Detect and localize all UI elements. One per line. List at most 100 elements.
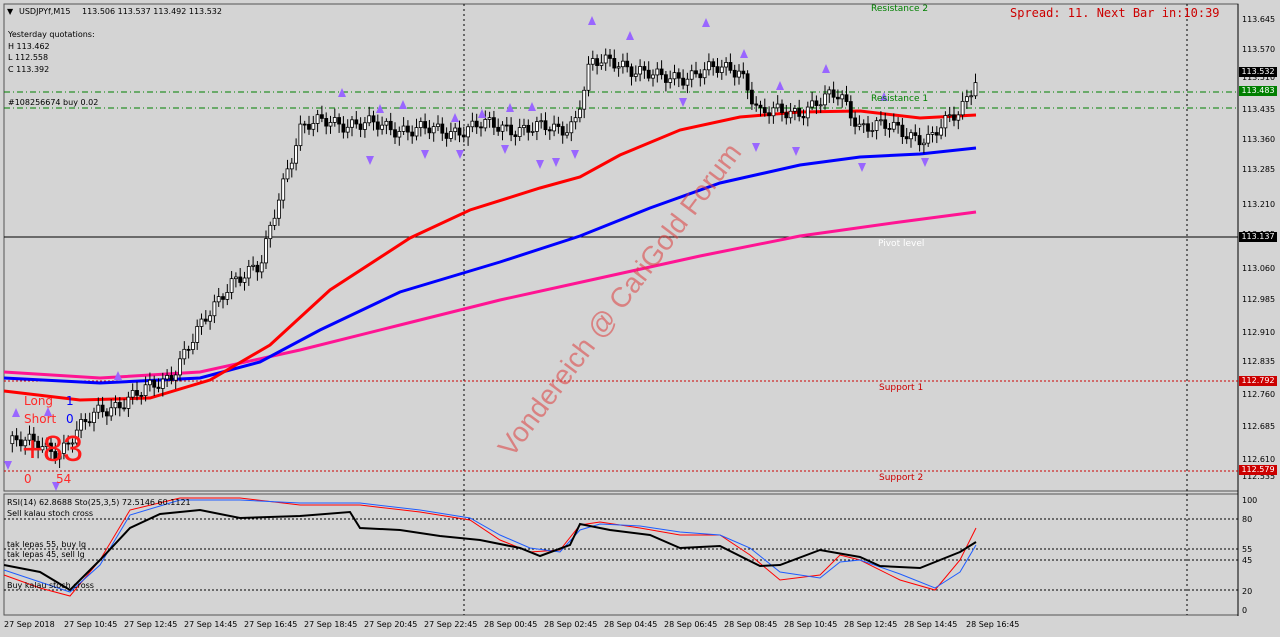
candle-body xyxy=(737,70,741,78)
candle-body xyxy=(384,120,389,126)
candle-body xyxy=(861,123,866,126)
candle-body xyxy=(453,127,458,132)
candle-body xyxy=(251,264,256,267)
candle-body xyxy=(866,123,870,132)
candle-body xyxy=(689,70,694,80)
rsi-line xyxy=(3,508,977,592)
candle-body xyxy=(750,89,754,105)
candle-body xyxy=(922,142,926,146)
time-axis-label: 28 Sep 12:45 xyxy=(844,620,898,629)
candle-body xyxy=(259,262,264,273)
candle-body xyxy=(380,124,385,130)
candle-body xyxy=(810,100,814,108)
candle-body xyxy=(565,132,569,136)
candle-body xyxy=(900,124,905,138)
candle-body xyxy=(616,66,621,69)
candle-body xyxy=(831,89,836,98)
candle-body xyxy=(969,95,974,98)
candle-body xyxy=(203,318,208,322)
candle-body xyxy=(827,89,832,95)
candle-body xyxy=(522,124,526,129)
order-label[interactable]: #108256674 buy 0.02 xyxy=(8,98,98,107)
chart-canvas[interactable] xyxy=(0,0,1280,637)
candle-body xyxy=(500,124,505,132)
candle-body xyxy=(229,278,234,293)
time-axis-label: 28 Sep 04:45 xyxy=(604,620,658,629)
candle-body xyxy=(728,62,733,71)
price-axis-label: 112.610 xyxy=(1242,455,1276,464)
candle-body xyxy=(289,162,294,170)
candle-body xyxy=(431,126,436,134)
candle-body xyxy=(509,124,514,136)
price-axis-label: 113.210 xyxy=(1242,200,1276,209)
candle-body xyxy=(793,108,797,112)
candle-body xyxy=(681,77,685,86)
candle-body xyxy=(199,318,204,327)
resistance1-label: Resistance 1 xyxy=(871,94,929,104)
candle-body xyxy=(672,72,677,80)
candle-body xyxy=(272,217,277,226)
candle-body xyxy=(212,301,217,317)
candle-body xyxy=(775,103,780,109)
candle-body xyxy=(135,390,139,396)
time-axis-label: 28 Sep 06:45 xyxy=(664,620,718,629)
fast-ma-line xyxy=(3,109,977,402)
candle-body xyxy=(694,70,698,75)
candle-body xyxy=(255,264,260,273)
candle-body xyxy=(715,66,720,73)
candle-body xyxy=(625,60,630,68)
time-axis-label: 28 Sep 00:45 xyxy=(484,620,538,629)
candle-body xyxy=(926,133,931,144)
candle-body xyxy=(582,89,587,110)
candle-body xyxy=(298,123,303,147)
candle-body xyxy=(603,54,608,64)
resistance1-price-tag: 113.483 xyxy=(1239,86,1277,96)
candle-body xyxy=(836,96,840,100)
main-window-frame xyxy=(3,3,1239,492)
candle-body xyxy=(375,121,380,130)
candle-body xyxy=(281,178,286,201)
oscillator-axis-label: 0 xyxy=(1242,606,1248,615)
candle-body xyxy=(844,94,849,102)
candle-body xyxy=(879,119,883,122)
price-axis-label: 112.685 xyxy=(1242,422,1276,431)
oscillator-axis-label: 80 xyxy=(1242,515,1253,524)
candle-body xyxy=(268,224,273,240)
candle-body xyxy=(973,82,978,97)
candle-body xyxy=(891,121,896,130)
candle-body xyxy=(483,119,488,129)
candle-body xyxy=(294,145,299,164)
collapse-icon[interactable]: ▼ xyxy=(7,7,13,16)
candle-body xyxy=(350,119,354,128)
candle-body xyxy=(92,411,96,423)
candle-body xyxy=(939,127,943,136)
candle-body xyxy=(87,421,92,424)
bottom-left-value: 0 xyxy=(24,472,32,486)
candle-body xyxy=(904,136,909,140)
candle-body xyxy=(629,66,634,77)
long-value: 1 xyxy=(66,394,74,408)
support1-price-tag: 112.792 xyxy=(1239,376,1277,386)
chart-window[interactable]: { "header": { "collapse_glyph": "▼", "sy… xyxy=(0,0,1280,637)
candle-body xyxy=(405,125,410,133)
candle-body xyxy=(466,126,471,138)
candle-body xyxy=(586,63,591,91)
candle-body xyxy=(621,60,625,68)
candle-body xyxy=(676,72,681,79)
candle-body xyxy=(160,378,165,389)
candle-body xyxy=(83,419,88,423)
candle-body xyxy=(461,134,466,138)
candle-body xyxy=(315,114,320,124)
pivot-label: Pivot level xyxy=(878,239,925,249)
candle-body xyxy=(397,131,402,138)
candle-body xyxy=(698,73,703,79)
sell-arrow-icon xyxy=(501,145,509,154)
candle-body xyxy=(543,120,548,131)
time-axis-label: 27 Sep 14:45 xyxy=(184,620,238,629)
long-label: Long xyxy=(24,394,54,408)
candle-body xyxy=(896,121,900,126)
candle-body xyxy=(668,78,673,83)
candle-body xyxy=(10,435,15,445)
candle-body xyxy=(358,123,363,130)
candle-body xyxy=(393,129,397,138)
